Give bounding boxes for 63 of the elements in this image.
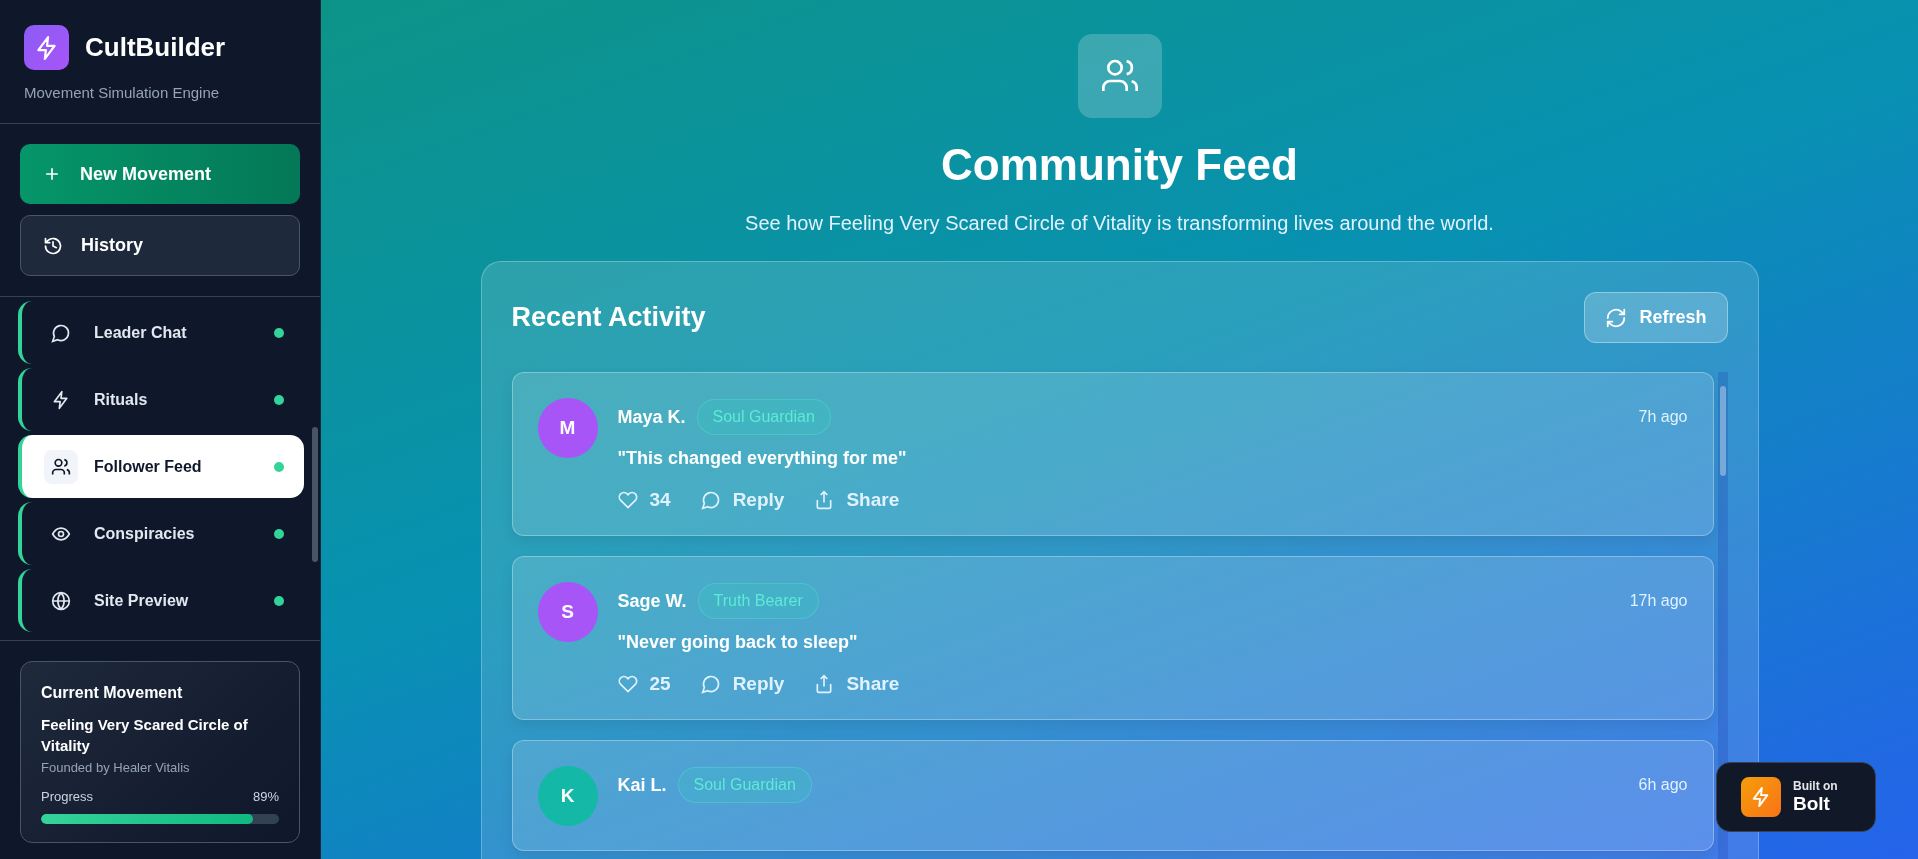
nav-item[interactable]: Rituals bbox=[18, 368, 304, 431]
nav-item[interactable]: Follower Feed bbox=[18, 435, 304, 498]
users-icon bbox=[51, 456, 71, 477]
card-heading: Current Movement bbox=[41, 684, 184, 702]
share-icon bbox=[814, 674, 835, 694]
nav-label: Leader Chat bbox=[94, 323, 188, 342]
post-time: 6h ago bbox=[1638, 776, 1688, 794]
page-title: Community Feed bbox=[941, 140, 1298, 190]
built-on-bolt-badge[interactable]: Built on Bolt bbox=[1716, 762, 1876, 832]
post-time: 7h ago bbox=[1638, 408, 1688, 426]
share-button[interactable]: Share bbox=[814, 673, 900, 695]
users-icon bbox=[1077, 34, 1162, 118]
post-quote: "Never going back to sleep" bbox=[617, 632, 859, 653]
chat-bubble-icon bbox=[51, 322, 71, 343]
bolt-icon bbox=[51, 389, 71, 410]
nav-item[interactable]: Leader Chat bbox=[18, 301, 304, 364]
nav-label: Rituals bbox=[94, 390, 149, 409]
bolt-icon bbox=[1741, 777, 1781, 817]
status-dot bbox=[274, 327, 284, 338]
history-icon bbox=[43, 235, 63, 256]
status-dot bbox=[274, 461, 284, 472]
user-name: Maya K. bbox=[617, 406, 686, 428]
history-button[interactable]: History bbox=[20, 215, 300, 276]
status-dot bbox=[274, 394, 284, 405]
badge-caption: Built on bbox=[1793, 779, 1838, 793]
post-quote: "This changed everything for me" bbox=[617, 448, 908, 469]
refresh-icon bbox=[1605, 306, 1628, 329]
user-name: Sage W. bbox=[617, 590, 687, 612]
bolt-logo-icon bbox=[24, 25, 69, 70]
status-dot bbox=[274, 528, 284, 539]
new-movement-button[interactable]: New Movement bbox=[20, 144, 300, 204]
status-dot bbox=[274, 595, 284, 606]
avatar: K bbox=[537, 766, 598, 826]
nav-item[interactable]: Site Preview bbox=[18, 569, 304, 632]
share-icon bbox=[814, 490, 835, 510]
section-title: Recent Activity bbox=[511, 302, 706, 333]
progress-label: Progress bbox=[41, 789, 94, 804]
movement-name: Feeling Very Scared Circle of Vitality bbox=[41, 715, 249, 756]
refresh-button[interactable]: Refresh bbox=[1584, 292, 1728, 343]
founder-text: Founded by Healer Vitalis bbox=[41, 760, 191, 775]
reply-button[interactable]: Reply bbox=[700, 673, 785, 695]
page-subtitle: See how Feeling Very Scared Circle of Vitality is transforming lives around the world. bbox=[745, 212, 1494, 235]
chat-bubble-icon bbox=[700, 490, 721, 510]
app-tagline: Movement Simulation Engine bbox=[24, 84, 221, 101]
avatar: M bbox=[537, 398, 598, 458]
progress-value: 89% bbox=[252, 789, 279, 804]
share-button[interactable]: Share bbox=[814, 489, 900, 511]
avatar: S bbox=[537, 582, 598, 642]
nav-item[interactable]: Conspiracies bbox=[18, 502, 304, 565]
badge-brand: Bolt bbox=[1793, 793, 1831, 815]
chat-bubble-icon bbox=[700, 674, 721, 694]
heart-icon bbox=[617, 490, 638, 510]
app-name: CultBuilder bbox=[85, 32, 226, 63]
globe-icon bbox=[51, 590, 71, 611]
like-button[interactable]: 25 bbox=[617, 673, 671, 695]
nav-label: Site Preview bbox=[94, 591, 190, 610]
heart-icon bbox=[617, 674, 638, 694]
post-time: 17h ago bbox=[1629, 592, 1688, 610]
user-name: Kai L. bbox=[617, 774, 667, 796]
nav-label: Conspiracies bbox=[94, 524, 196, 543]
nav-label: Follower Feed bbox=[94, 457, 203, 476]
role-tag: Soul Guardian bbox=[677, 767, 812, 803]
role-tag: Truth Bearer bbox=[697, 583, 819, 619]
